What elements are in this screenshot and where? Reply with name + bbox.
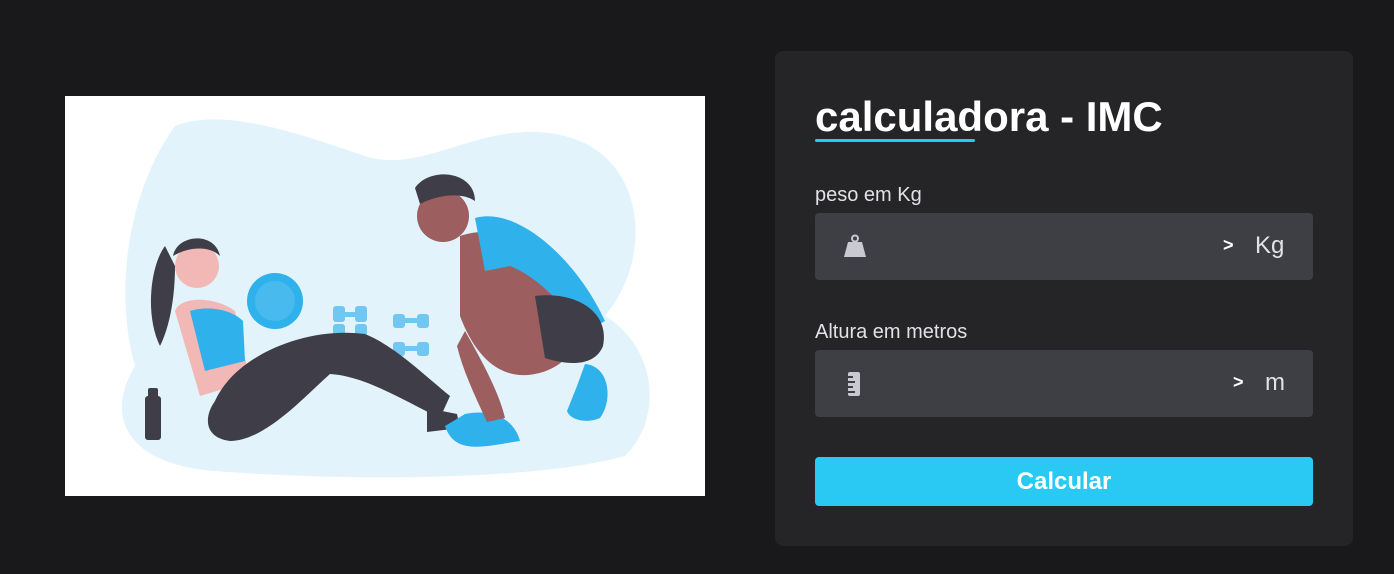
weight-input[interactable] — [885, 227, 1209, 267]
weight-arrow: > — [1223, 235, 1234, 255]
height-arrow: > — [1233, 372, 1244, 392]
height-label: Altura em metros — [815, 321, 968, 343]
page-title: calculadora - IMC — [815, 93, 1163, 140]
bmi-calculator-card: calculadora - IMC peso em Kg > Kg Altura… — [775, 51, 1353, 546]
calculate-button[interactable]: Calcular — [815, 457, 1313, 506]
title-underline — [815, 139, 975, 142]
ruler-icon — [848, 372, 860, 396]
height-field[interactable]: > m — [815, 350, 1313, 417]
height-unit: m — [1265, 369, 1285, 396]
height-input[interactable] — [885, 364, 1209, 404]
workout-illustration — [65, 96, 705, 496]
weight-icon — [844, 234, 866, 257]
weight-unit: Kg — [1255, 232, 1285, 259]
weight-label: peso em Kg — [815, 184, 922, 206]
water-bottle — [145, 396, 161, 440]
weight-field[interactable]: > Kg — [815, 213, 1313, 280]
page: calculadora - IMC peso em Kg > Kg Altura… — [0, 0, 1394, 574]
